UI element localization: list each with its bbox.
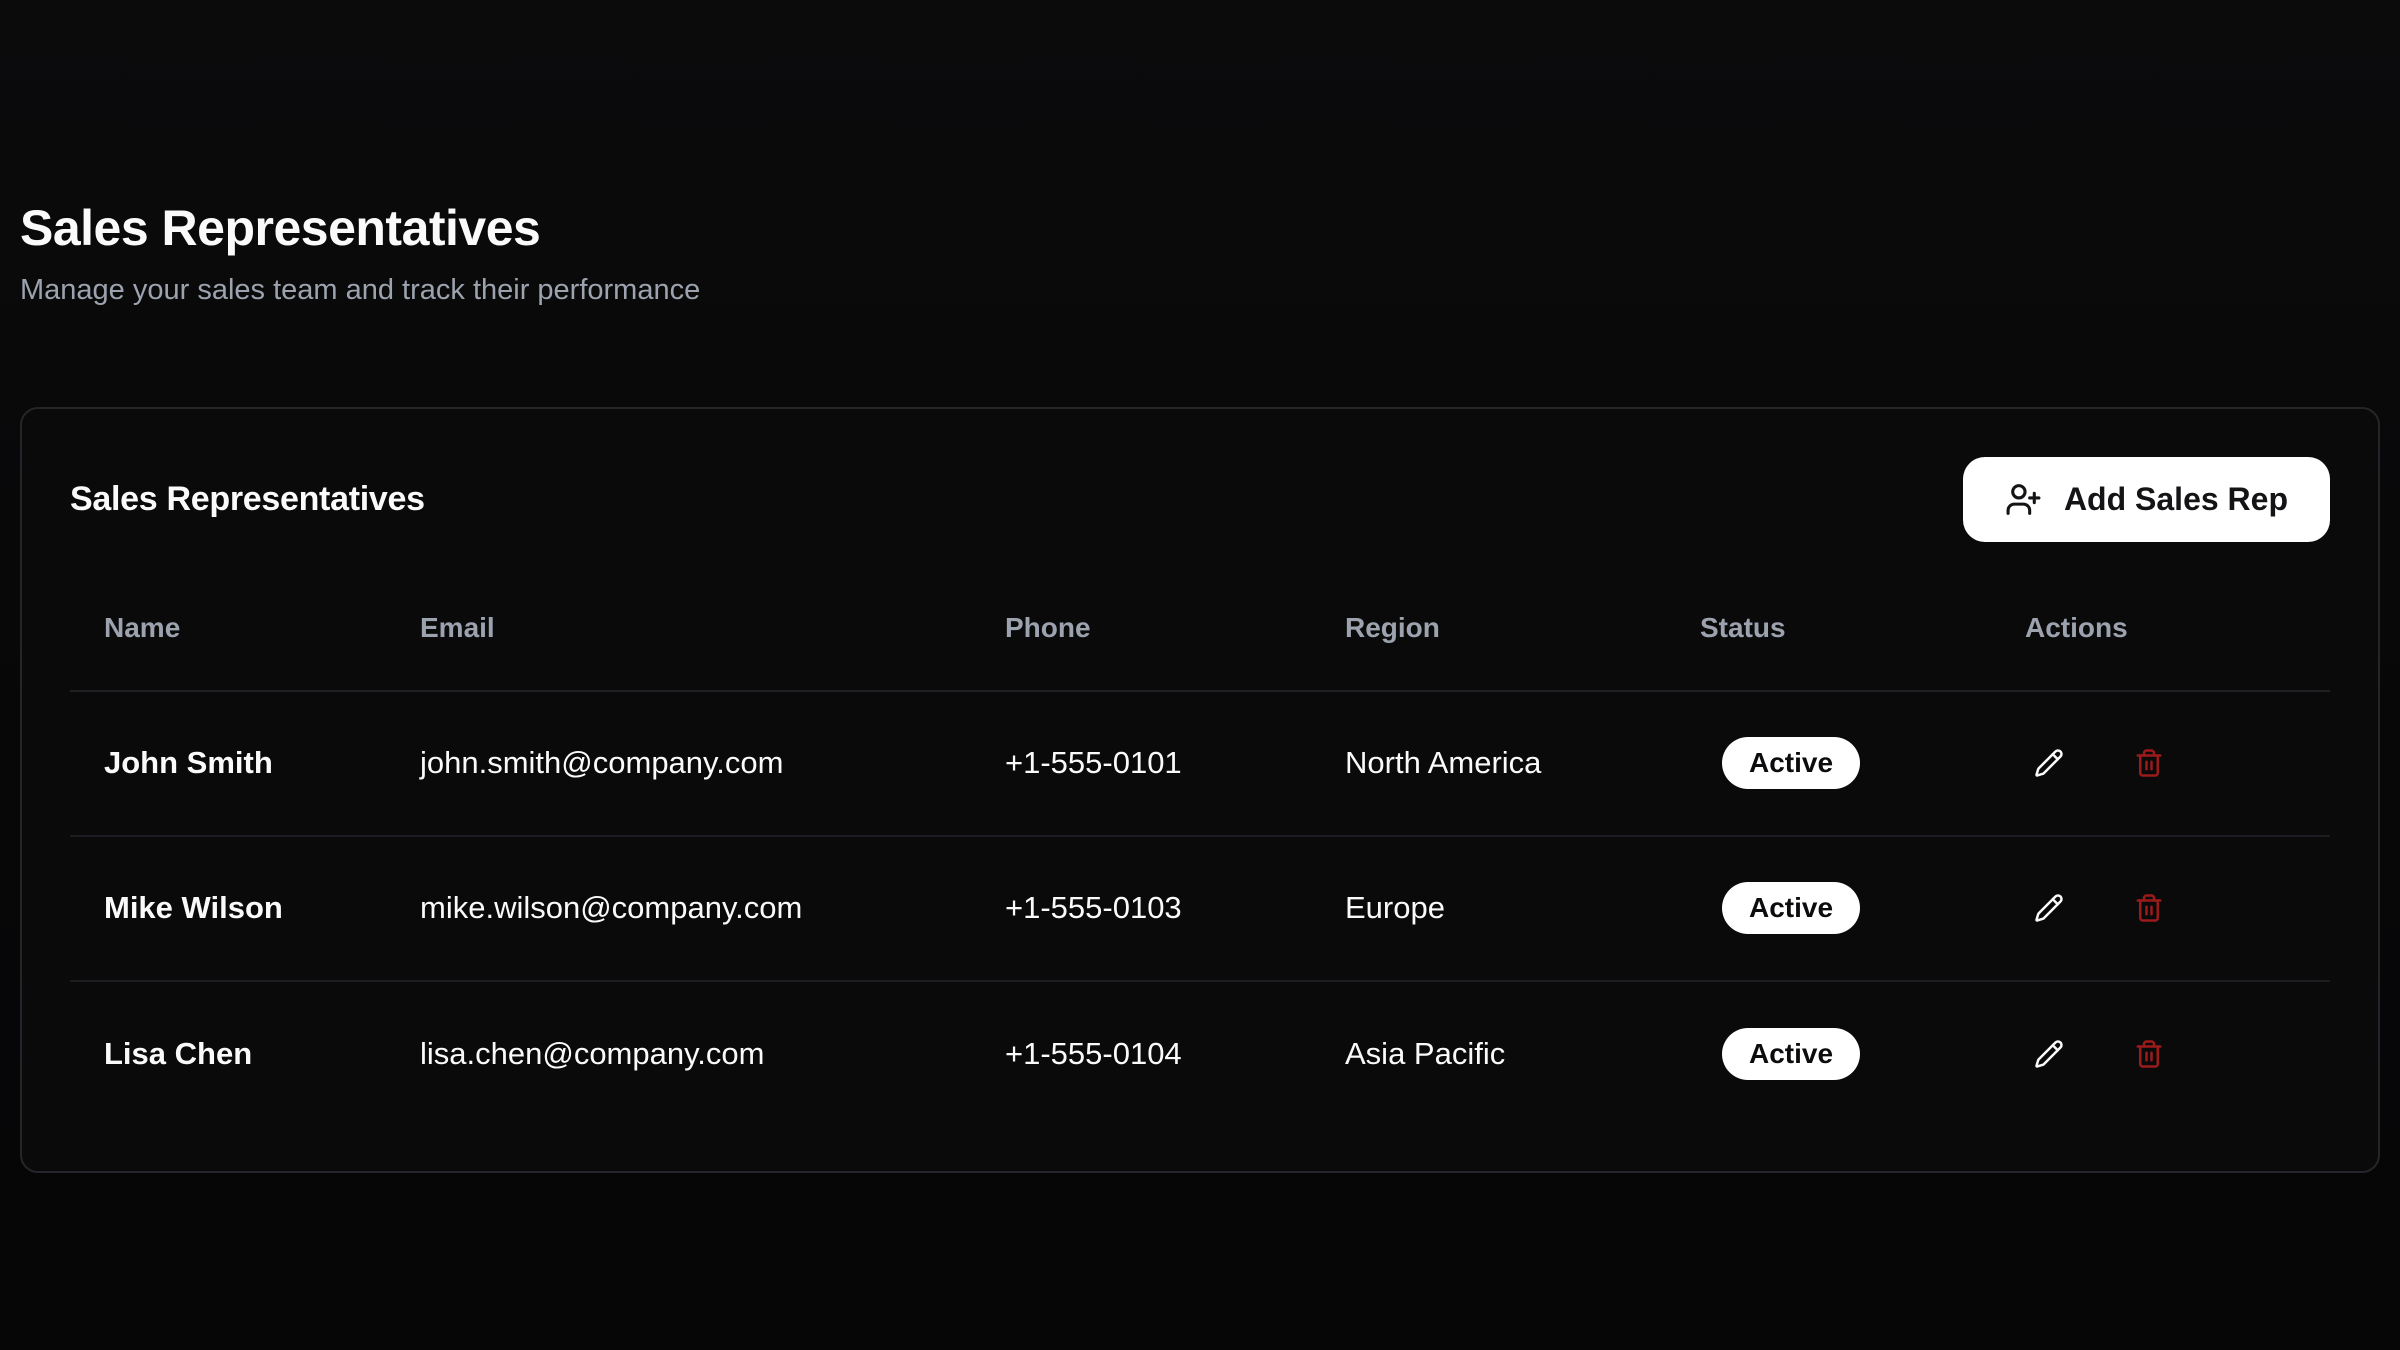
page: Sales Representatives Manage your sales …: [0, 0, 2400, 1173]
status-badge: Active: [1722, 882, 1860, 934]
edit-button[interactable]: [2025, 1030, 2073, 1078]
column-header-region: Region: [1311, 612, 1666, 644]
actions-cell: [1991, 1030, 2330, 1078]
column-header-email: Email: [386, 612, 971, 644]
sales-reps-table: Name Email Phone Region Status Actions J…: [70, 566, 2330, 1127]
table-row: Lisa Chen lisa.chen@company.com +1-555-0…: [70, 982, 2330, 1127]
rep-email: mike.wilson@company.com: [386, 890, 971, 926]
pencil-icon: [2034, 1039, 2064, 1069]
column-header-phone: Phone: [971, 612, 1311, 644]
trash-icon: [2134, 1039, 2164, 1069]
delete-button[interactable]: [2125, 1030, 2173, 1078]
status-badge: Active: [1722, 1028, 1860, 1080]
add-sales-rep-label: Add Sales Rep: [2064, 481, 2288, 518]
trash-icon: [2134, 893, 2164, 923]
sales-reps-card: Sales Representatives Add Sales Rep Name…: [20, 407, 2380, 1173]
pencil-icon: [2034, 893, 2064, 923]
rep-name: Mike Wilson: [70, 890, 386, 926]
actions-cell: [1991, 739, 2330, 787]
rep-phone: +1-555-0103: [971, 890, 1311, 926]
rep-phone: +1-555-0101: [971, 745, 1311, 781]
delete-button[interactable]: [2125, 739, 2173, 787]
edit-button[interactable]: [2025, 739, 2073, 787]
rep-email: lisa.chen@company.com: [386, 1036, 971, 1072]
trash-icon: [2134, 748, 2164, 778]
user-plus-icon: [2005, 481, 2042, 518]
edit-button[interactable]: [2025, 884, 2073, 932]
page-subtitle: Manage your sales team and track their p…: [20, 274, 2380, 307]
rep-region: Europe: [1311, 890, 1666, 926]
rep-name: Lisa Chen: [70, 1036, 386, 1072]
pencil-icon: [2034, 748, 2064, 778]
rep-phone: +1-555-0104: [971, 1036, 1311, 1072]
table-row: Mike Wilson mike.wilson@company.com +1-5…: [70, 837, 2330, 982]
rep-name: John Smith: [70, 745, 386, 781]
add-sales-rep-button[interactable]: Add Sales Rep: [1963, 457, 2330, 542]
column-header-status: Status: [1666, 612, 1991, 644]
card-title: Sales Representatives: [70, 480, 425, 519]
rep-region: North America: [1311, 745, 1666, 781]
card-header: Sales Representatives Add Sales Rep: [70, 457, 2330, 542]
table-header-row: Name Email Phone Region Status Actions: [70, 566, 2330, 692]
status-badge: Active: [1722, 737, 1860, 789]
column-header-name: Name: [70, 612, 386, 644]
rep-region: Asia Pacific: [1311, 1036, 1666, 1072]
page-title: Sales Representatives: [20, 200, 2380, 258]
column-header-actions: Actions: [1991, 612, 2330, 644]
rep-email: john.smith@company.com: [386, 745, 971, 781]
actions-cell: [1991, 884, 2330, 932]
table-row: John Smith john.smith@company.com +1-555…: [70, 692, 2330, 837]
delete-button[interactable]: [2125, 884, 2173, 932]
